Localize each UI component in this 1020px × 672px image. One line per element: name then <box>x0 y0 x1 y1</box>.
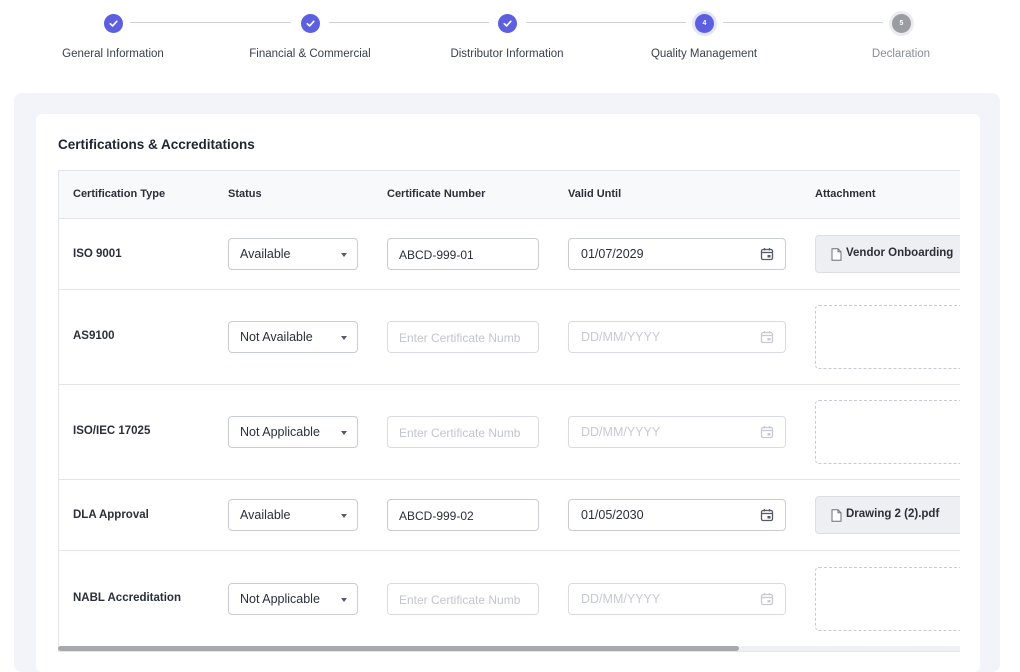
certification-type: ISO/IEC 17025 <box>73 425 151 437</box>
step-label-financial-commercial[interactable]: Financial & Commercial <box>210 48 410 60</box>
caret-down-icon <box>341 431 347 435</box>
status-value: Not Applicable <box>240 592 320 606</box>
status-select[interactable]: Not Applicable <box>228 583 358 615</box>
certification-type: DLA Approval <box>73 509 149 521</box>
certifications-table: Certification Type Status Certificate Nu… <box>58 170 960 652</box>
step-3-check-icon[interactable] <box>498 14 517 33</box>
step-connector <box>130 22 291 23</box>
status-value: Not Available <box>240 330 313 344</box>
certification-type: NABL Accreditation <box>73 592 181 604</box>
attachment-file[interactable]: Drawing 2 (2).pdf <box>815 496 960 534</box>
status-select[interactable]: Available <box>228 238 358 270</box>
step-connector <box>526 22 686 23</box>
table-row: AS9100 Not Available Enter Certificate N… <box>59 290 960 385</box>
step-2-check-icon[interactable] <box>301 14 320 33</box>
valid-until-date-input[interactable]: DD/MM/YYYY <box>568 321 786 353</box>
step-label-quality-management[interactable]: Quality Management <box>604 48 804 60</box>
calendar-icon[interactable] <box>760 425 774 439</box>
document-icon <box>831 248 842 261</box>
progress-stepper: 4 5 General Information Financial & Comm… <box>0 0 1020 80</box>
attachment-dropzone[interactable] <box>815 305 960 369</box>
calendar-icon[interactable] <box>760 592 774 606</box>
status-select[interactable]: Not Available <box>228 321 358 353</box>
certification-type: ISO 9001 <box>73 248 122 260</box>
calendar-icon[interactable] <box>760 330 774 344</box>
date-placeholder: DD/MM/YYYY <box>581 330 661 344</box>
header-certificate-number: Certificate Number <box>387 188 486 200</box>
table-row: ISO/IEC 17025 Not Applicable Enter Certi… <box>59 385 960 480</box>
certificate-number-input[interactable]: ABCD-999-01 <box>387 238 539 270</box>
calendar-icon[interactable] <box>760 247 774 261</box>
attachment-dropzone[interactable] <box>815 567 960 631</box>
check-icon <box>109 20 118 27</box>
date-placeholder: DD/MM/YYYY <box>581 425 661 439</box>
step-connector <box>329 22 489 23</box>
check-icon <box>503 20 512 27</box>
caret-down-icon <box>341 514 347 518</box>
section-title: Certifications & Accreditations <box>58 137 255 152</box>
table-row: ISO 9001 Available ABCD-999-01 01/07/202… <box>59 219 960 290</box>
horizontal-scrollbar-thumb[interactable] <box>58 646 739 651</box>
caret-down-icon <box>341 336 347 340</box>
header-status: Status <box>228 188 262 200</box>
attachment-dropzone[interactable] <box>815 400 960 464</box>
step-1-check-icon[interactable] <box>104 14 123 33</box>
valid-until-date-input[interactable]: 01/07/2029 <box>568 238 786 270</box>
header-attachment: Attachment <box>815 188 876 200</box>
table-row: NABL Accreditation Not Applicable Enter … <box>59 551 960 651</box>
table-row: DLA Approval Available ABCD-999-02 01/05… <box>59 480 960 551</box>
step-label-distributor-information[interactable]: Distributor Information <box>407 48 607 60</box>
status-value: Not Applicable <box>240 425 320 439</box>
date-value: 01/07/2029 <box>581 247 644 261</box>
step-5-number[interactable]: 5 <box>892 14 911 33</box>
step-4-number[interactable]: 4 <box>695 14 714 33</box>
step-label-general-information[interactable]: General Information <box>13 48 213 60</box>
valid-until-date-input[interactable]: DD/MM/YYYY <box>568 416 786 448</box>
valid-until-date-input[interactable]: DD/MM/YYYY <box>568 583 786 615</box>
header-certification-type: Certification Type <box>73 188 166 200</box>
attachment-file[interactable]: Vendor Onboarding <box>815 235 960 273</box>
header-valid-until: Valid Until <box>568 188 622 200</box>
attachment-filename: Vendor Onboarding <box>846 247 954 259</box>
step-connector <box>723 22 883 23</box>
caret-down-icon <box>341 253 347 257</box>
status-select[interactable]: Available <box>228 499 358 531</box>
certificate-number-input[interactable]: Enter Certificate Numb <box>387 321 539 353</box>
certificate-number-input[interactable]: ABCD-999-02 <box>387 499 539 531</box>
certificate-number-input[interactable]: Enter Certificate Numb <box>387 583 539 615</box>
status-value: Available <box>240 247 291 261</box>
date-placeholder: DD/MM/YYYY <box>581 592 661 606</box>
step-label-declaration[interactable]: Declaration <box>801 48 1001 60</box>
valid-until-date-input[interactable]: 01/05/2030 <box>568 499 786 531</box>
date-value: 01/05/2030 <box>581 508 644 522</box>
table-header: Certification Type Status Certificate Nu… <box>59 171 960 219</box>
certification-type: AS9100 <box>73 330 115 342</box>
document-icon <box>831 509 842 522</box>
status-select[interactable]: Not Applicable <box>228 416 358 448</box>
calendar-icon[interactable] <box>760 508 774 522</box>
status-value: Available <box>240 508 291 522</box>
attachment-filename: Drawing 2 (2).pdf <box>846 508 940 520</box>
caret-down-icon <box>341 598 347 602</box>
check-icon <box>306 20 315 27</box>
certificate-number-input[interactable]: Enter Certificate Numb <box>387 416 539 448</box>
